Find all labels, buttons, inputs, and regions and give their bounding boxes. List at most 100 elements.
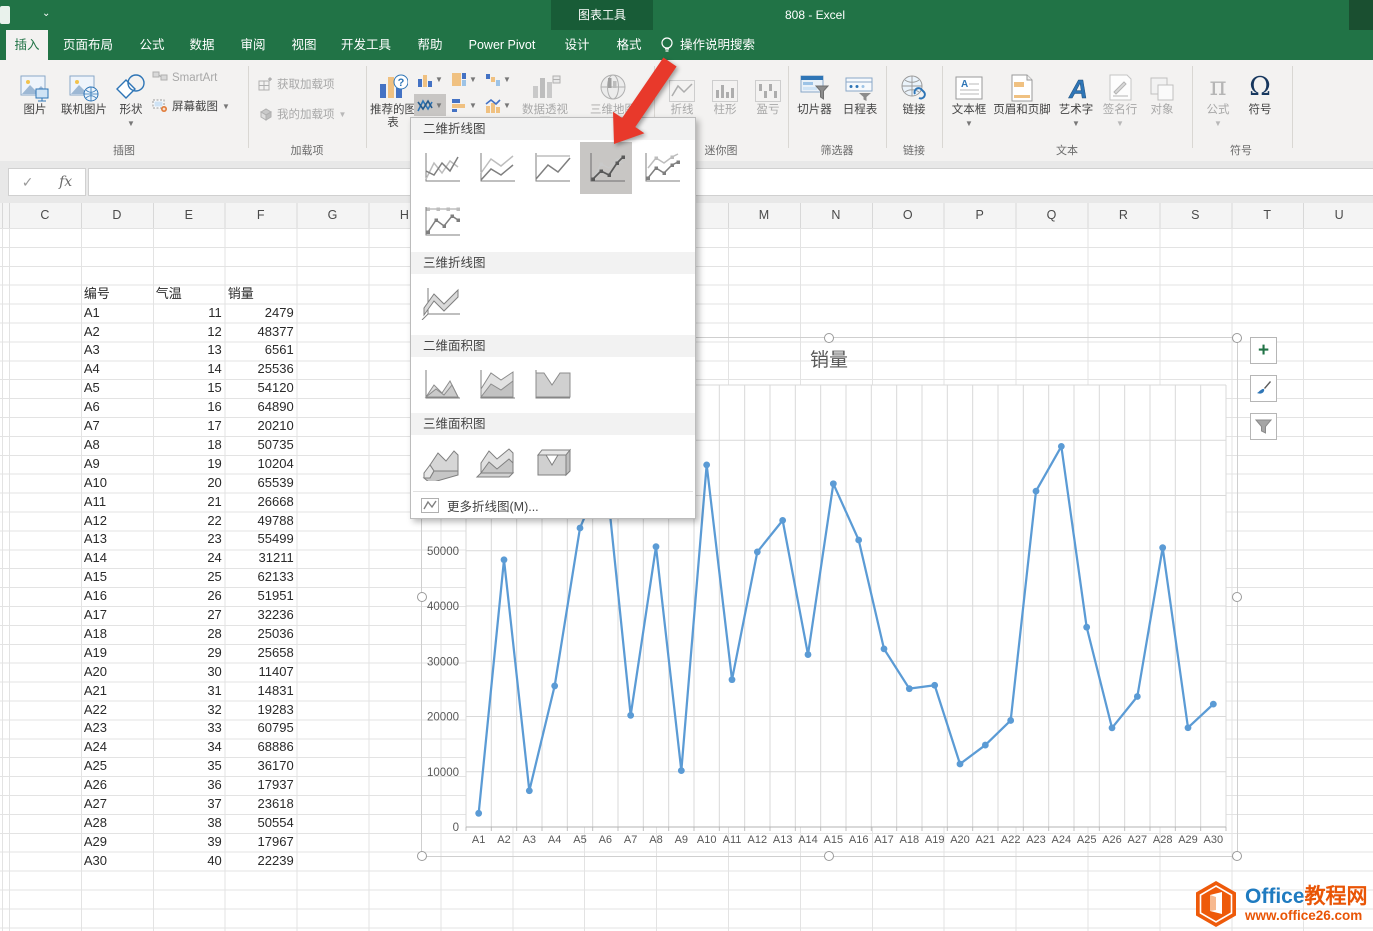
fx-insert-function-icon[interactable]: fx bbox=[59, 174, 72, 190]
table-cell[interactable]: A21 bbox=[81, 682, 153, 701]
table-cell[interactable]: A15 bbox=[81, 568, 153, 587]
table-cell[interactable]: A25 bbox=[81, 757, 153, 776]
user-avatar[interactable] bbox=[1349, 0, 1373, 30]
link-button[interactable]: 链接 bbox=[896, 66, 932, 117]
table-header-cell[interactable]: 编号 bbox=[81, 285, 153, 304]
chart-type-3d-line[interactable] bbox=[415, 276, 467, 328]
table-cell[interactable]: 29 bbox=[153, 644, 226, 663]
chart-type-3d-100-stacked-area[interactable] bbox=[525, 437, 577, 489]
table-cell[interactable]: 22239 bbox=[225, 852, 298, 871]
chart-type-stacked-area[interactable] bbox=[470, 359, 522, 411]
formula-input[interactable] bbox=[88, 168, 1373, 196]
table-cell[interactable]: 34 bbox=[153, 738, 226, 757]
textbox-button[interactable]: A 文本框▼ bbox=[946, 66, 992, 130]
insert-combo-chart-button[interactable]: ▼ bbox=[482, 94, 514, 116]
sparkline-column-button[interactable]: 柱形 bbox=[705, 66, 745, 117]
insert-bar-chart-button[interactable]: ▼ bbox=[448, 94, 480, 116]
table-cell[interactable]: 14 bbox=[153, 360, 226, 379]
table-cell[interactable]: A30 bbox=[81, 852, 153, 871]
table-cell[interactable]: 2479 bbox=[225, 304, 298, 323]
table-cell[interactable]: 11407 bbox=[225, 663, 298, 682]
table-cell[interactable]: A5 bbox=[81, 379, 153, 398]
table-cell[interactable]: A6 bbox=[81, 398, 153, 417]
table-cell[interactable]: 25658 bbox=[225, 644, 298, 663]
equation-button[interactable]: π 公式▼ bbox=[1198, 66, 1238, 130]
table-cell[interactable]: 32236 bbox=[225, 606, 298, 625]
table-cell[interactable]: 36 bbox=[153, 776, 226, 795]
table-cell[interactable]: A2 bbox=[81, 323, 153, 342]
table-cell[interactable]: A17 bbox=[81, 606, 153, 625]
table-cell[interactable]: 16 bbox=[153, 398, 226, 417]
screenshot-button[interactable]: 屏幕截图 ▼ bbox=[152, 96, 230, 116]
table-cell[interactable]: 64890 bbox=[225, 398, 298, 417]
chart-handle-top-right[interactable] bbox=[1232, 333, 1242, 343]
table-cell[interactable]: 50554 bbox=[225, 814, 298, 833]
insert-line-chart-button[interactable]: ▼ bbox=[414, 94, 446, 116]
table-cell[interactable]: A20 bbox=[81, 663, 153, 682]
table-cell[interactable]: 40 bbox=[153, 852, 226, 871]
chart-type-3d-stacked-area[interactable] bbox=[470, 437, 522, 489]
column-header-Q[interactable]: Q bbox=[1016, 203, 1088, 228]
chart-elements-button[interactable]: + bbox=[1250, 337, 1277, 364]
table-cell[interactable]: A23 bbox=[81, 719, 153, 738]
table-cell[interactable]: A9 bbox=[81, 455, 153, 474]
chart-handle-bottom-left[interactable] bbox=[417, 851, 427, 861]
table-cell[interactable]: A27 bbox=[81, 795, 153, 814]
column-header-S[interactable]: S bbox=[1159, 203, 1231, 228]
table-cell[interactable]: A24 bbox=[81, 738, 153, 757]
chart-type-area[interactable] bbox=[415, 359, 467, 411]
table-cell[interactable]: A7 bbox=[81, 417, 153, 436]
table-header-cell[interactable]: 销量 bbox=[225, 285, 297, 304]
smartart-button[interactable]: SmartArt bbox=[152, 68, 217, 88]
table-cell[interactable]: 12 bbox=[153, 323, 226, 342]
table-cell[interactable]: A13 bbox=[81, 530, 153, 549]
table-cell[interactable]: 68886 bbox=[225, 738, 298, 757]
table-cell[interactable]: 6561 bbox=[225, 341, 298, 360]
table-cell[interactable]: A14 bbox=[81, 549, 153, 568]
symbol-button[interactable]: Ω 符号 bbox=[1240, 66, 1280, 117]
tab-page-layout[interactable]: 页面布局 bbox=[58, 30, 118, 60]
table-cell[interactable]: 21 bbox=[153, 493, 226, 512]
chart-type-line[interactable] bbox=[415, 142, 467, 194]
table-cell[interactable]: A29 bbox=[81, 833, 153, 852]
table-cell[interactable]: A1 bbox=[81, 304, 153, 323]
chart-type-100-stacked-line[interactable] bbox=[525, 142, 577, 194]
table-cell[interactable]: 17937 bbox=[225, 776, 298, 795]
tab-view[interactable]: 视图 bbox=[285, 30, 323, 60]
column-header-F[interactable]: F bbox=[225, 203, 297, 228]
table-cell[interactable]: A22 bbox=[81, 701, 153, 720]
table-cell[interactable]: A26 bbox=[81, 776, 153, 795]
table-cell[interactable]: 31 bbox=[153, 682, 226, 701]
wordart-button[interactable]: A 艺术字▼ bbox=[1054, 66, 1098, 130]
signature-line-button[interactable]: 签名行▼ bbox=[1098, 66, 1142, 130]
chart-type-100-stacked-line-with-markers[interactable] bbox=[415, 196, 467, 248]
table-cell[interactable]: 33 bbox=[153, 719, 226, 738]
chart-type-100-stacked-area[interactable] bbox=[525, 359, 577, 411]
table-cell[interactable]: 18 bbox=[153, 436, 226, 455]
column-header-P[interactable]: P bbox=[944, 203, 1016, 228]
column-header-U[interactable]: U bbox=[1303, 203, 1373, 228]
table-cell[interactable]: 38 bbox=[153, 814, 226, 833]
tab-developer[interactable]: 开发工具 bbox=[335, 30, 397, 60]
table-cell[interactable]: 36170 bbox=[225, 757, 298, 776]
table-cell[interactable]: 14831 bbox=[225, 682, 298, 701]
table-cell[interactable]: 30 bbox=[153, 663, 226, 682]
table-cell[interactable]: 23618 bbox=[225, 795, 298, 814]
insert-hierarchy-chart-button[interactable]: ▼ bbox=[448, 68, 480, 90]
tab-review[interactable]: 审阅 bbox=[234, 30, 272, 60]
table-cell[interactable]: 10204 bbox=[225, 455, 298, 474]
my-addins-button[interactable]: 我的加载项 ▼ bbox=[258, 104, 346, 124]
table-cell[interactable]: 25536 bbox=[225, 360, 298, 379]
table-cell[interactable]: 22 bbox=[153, 512, 226, 531]
slicer-button[interactable]: 切片器 bbox=[793, 66, 836, 117]
table-cell[interactable]: 31211 bbox=[225, 549, 298, 568]
table-cell[interactable]: A11 bbox=[81, 493, 153, 512]
column-header-D[interactable]: D bbox=[81, 203, 153, 228]
table-cell[interactable]: 20210 bbox=[225, 417, 298, 436]
shapes-button[interactable]: 形状▼ bbox=[112, 66, 150, 130]
table-cell[interactable]: 19 bbox=[153, 455, 226, 474]
table-cell[interactable]: A16 bbox=[81, 587, 153, 606]
header-footer-button[interactable]: 页眉和页脚 bbox=[992, 66, 1052, 117]
table-cell[interactable]: A28 bbox=[81, 814, 153, 833]
tab-insert[interactable]: 插入 bbox=[6, 30, 48, 60]
